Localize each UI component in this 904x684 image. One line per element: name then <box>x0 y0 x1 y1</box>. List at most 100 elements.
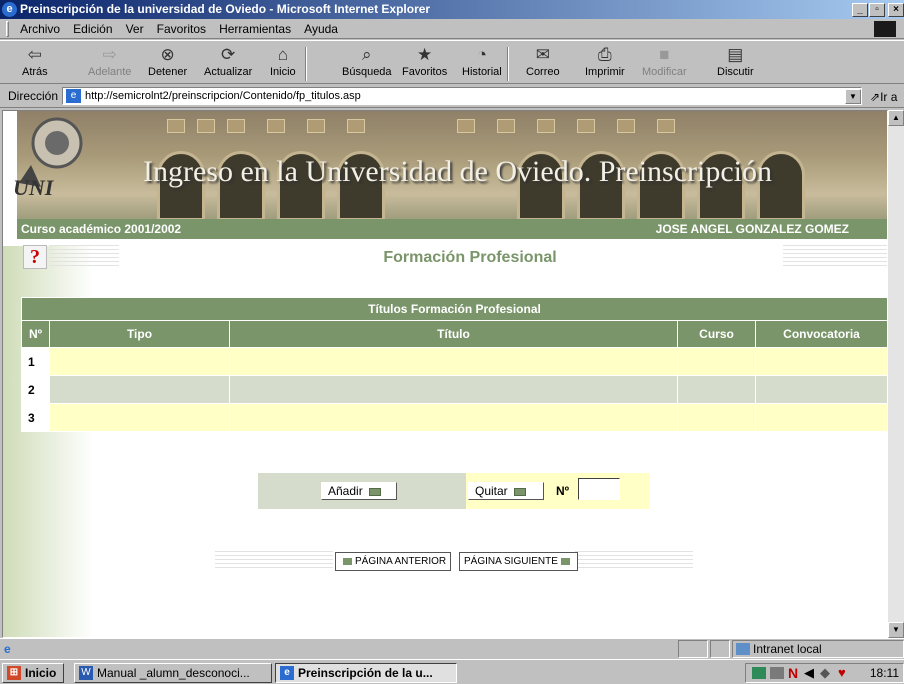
help-icon[interactable]: ? <box>23 245 47 269</box>
close-button[interactable]: × <box>888 3 904 17</box>
refresh-button[interactable]: ⟳ Actualizar <box>204 45 252 78</box>
home-icon: ⌂ <box>277 45 288 64</box>
cell-convocatoria[interactable] <box>755 403 887 432</box>
cell-curso[interactable] <box>677 347 756 376</box>
remove-button[interactable]: Quitar <box>468 482 544 500</box>
button-square-icon <box>560 557 570 565</box>
search-button[interactable]: ⌕ Búsqueda <box>342 45 392 78</box>
discuss-icon: ▤ <box>727 45 744 64</box>
banner-title: Ingreso en la Universidad de Oviedo. Pre… <box>143 155 772 188</box>
vertical-scrollbar[interactable]: ▲ ▼ <box>888 110 904 638</box>
section-title: Formación Profesional <box>383 249 557 266</box>
cell-titulo[interactable] <box>229 403 678 432</box>
menu-ayuda[interactable]: Ayuda <box>299 19 343 36</box>
table-row[interactable]: 2 <box>21 375 887 404</box>
system-tray: N ◀ ◆ ♥ 18:11 <box>745 663 904 683</box>
cell-curso[interactable] <box>677 403 756 432</box>
edit-button[interactable]: ■ Modificar <box>642 45 687 78</box>
intranet-icon <box>736 643 750 655</box>
volume-icon[interactable]: ◀ <box>804 664 814 682</box>
network-icon[interactable] <box>752 667 766 679</box>
forward-button[interactable]: ⇨ Adelante <box>88 45 131 78</box>
header-convocatoria: Convocatoria <box>755 320 887 348</box>
menu-favoritos[interactable]: Favoritos <box>152 19 211 36</box>
table-caption: Títulos Formación Profesional <box>21 297 887 321</box>
menu-archivo[interactable]: Archivo <box>15 19 65 36</box>
history-button[interactable]: ◔ Historial <box>462 45 502 78</box>
row-number: 3 <box>21 403 50 432</box>
add-button[interactable]: Añadir <box>321 482 397 500</box>
antivirus-icon[interactable]: N <box>788 664 798 682</box>
mail-button[interactable]: ✉ Correo <box>526 45 560 78</box>
button-square-icon <box>513 487 526 496</box>
menu-ver[interactable]: Ver <box>121 19 149 36</box>
scroll-up-button[interactable]: ▲ <box>888 110 904 126</box>
row-number: 1 <box>21 347 50 376</box>
row-number-input[interactable] <box>578 478 620 500</box>
clock[interactable]: 18:11 <box>870 664 899 682</box>
table-row[interactable]: 3 <box>21 403 887 432</box>
drive-icon[interactable] <box>770 667 784 679</box>
address-label: Dirección <box>8 89 59 103</box>
discuss-button[interactable]: ▤ Discutir <box>717 45 754 78</box>
prev-page-button[interactable]: PÁGINA ANTERIOR <box>335 552 452 571</box>
university-logo: UNI <box>13 117 83 200</box>
start-button[interactable]: ⊞ Inicio <box>2 663 64 683</box>
cell-curso[interactable] <box>677 375 756 404</box>
refresh-icon: ⟳ <box>221 45 236 64</box>
favorites-icon: ★ <box>417 45 433 64</box>
table-row[interactable]: 1 <box>21 347 887 376</box>
messenger-icon[interactable]: ♥ <box>838 664 846 682</box>
go-arrow-icon: ⇗ <box>870 90 881 104</box>
page-status-icon: e <box>4 642 11 656</box>
stop-button[interactable]: ⊗ Detener <box>148 45 187 78</box>
window-title: Preinscripción de la universidad de Ovie… <box>20 2 431 16</box>
button-square-icon <box>343 557 352 565</box>
header-titulo: Título <box>229 320 678 348</box>
status-bar: e Intranet local <box>0 638 904 658</box>
task-manual[interactable]: W Manual _alumn_desconoci... <box>74 663 272 683</box>
favorites-button[interactable]: ★ Favoritos <box>402 45 447 78</box>
cell-convocatoria[interactable] <box>755 347 887 376</box>
address-input[interactable]: e http://semicrolnt2/preinscripcion/Cont… <box>62 87 862 105</box>
cell-convocatoria[interactable] <box>755 375 887 404</box>
history-icon: ◔ <box>476 45 487 64</box>
back-button[interactable]: ⇦ Atrás <box>22 45 48 78</box>
academic-year: Curso académico 2001/2002 <box>21 222 182 236</box>
print-button[interactable]: ⎙ Imprimir <box>585 45 625 78</box>
svg-text:UNI: UNI <box>13 175 55 200</box>
page-icon: e <box>66 89 81 103</box>
window-title-bar[interactable]: e Preinscripción de la universidad de Ov… <box>0 0 904 19</box>
row-number: 2 <box>21 375 50 404</box>
scroll-down-button[interactable]: ▼ <box>888 622 904 638</box>
button-square-icon <box>368 487 381 496</box>
minimize-button[interactable]: _ <box>852 3 868 17</box>
next-page-button[interactable]: PÁGINA SIGUIENTE <box>459 552 578 571</box>
search-icon: ⌕ <box>362 45 372 64</box>
task-preinscripcion[interactable]: e Preinscripción de la u... <box>275 663 457 683</box>
address-bar: Dirección e http://semicrolnt2/preinscri… <box>0 84 904 108</box>
maximize-button[interactable]: ▫ <box>869 3 885 17</box>
menu-bar: Archivo Edición Ver Favoritos Herramient… <box>0 19 904 39</box>
cell-titulo[interactable] <box>229 347 678 376</box>
ie-icon: e <box>280 666 294 680</box>
row-number-label: Nº <box>556 484 570 498</box>
address-dropdown-button[interactable]: ▼ <box>845 89 861 104</box>
cell-tipo[interactable] <box>49 375 230 404</box>
ie-icon: e <box>2 2 17 17</box>
cell-titulo[interactable] <box>229 375 678 404</box>
cell-tipo[interactable] <box>49 403 230 432</box>
toolbar: ⇦ Atrás ⇨ Adelante ⊗ Detener ⟳ Actualizar ⌂ I… <box>0 40 904 84</box>
connection-icon[interactable]: ◆ <box>820 664 830 682</box>
security-zone: Intranet local <box>732 640 904 658</box>
go-button[interactable]: ⇗Ir a <box>870 90 897 104</box>
header-curso: Curso <box>677 320 756 348</box>
menu-herramientas[interactable]: Herramientas <box>214 19 296 36</box>
menu-edicion[interactable]: Edición <box>68 19 117 36</box>
forward-arrow-icon: ⇨ <box>102 45 117 64</box>
back-arrow-icon: ⇦ <box>27 45 42 64</box>
cell-tipo[interactable] <box>49 347 230 376</box>
menu-grip <box>6 21 9 37</box>
fp-titles-table: Títulos Formación Profesional Nº Tipo Tí… <box>21 297 887 432</box>
home-button[interactable]: ⌂ Inicio <box>270 45 296 78</box>
